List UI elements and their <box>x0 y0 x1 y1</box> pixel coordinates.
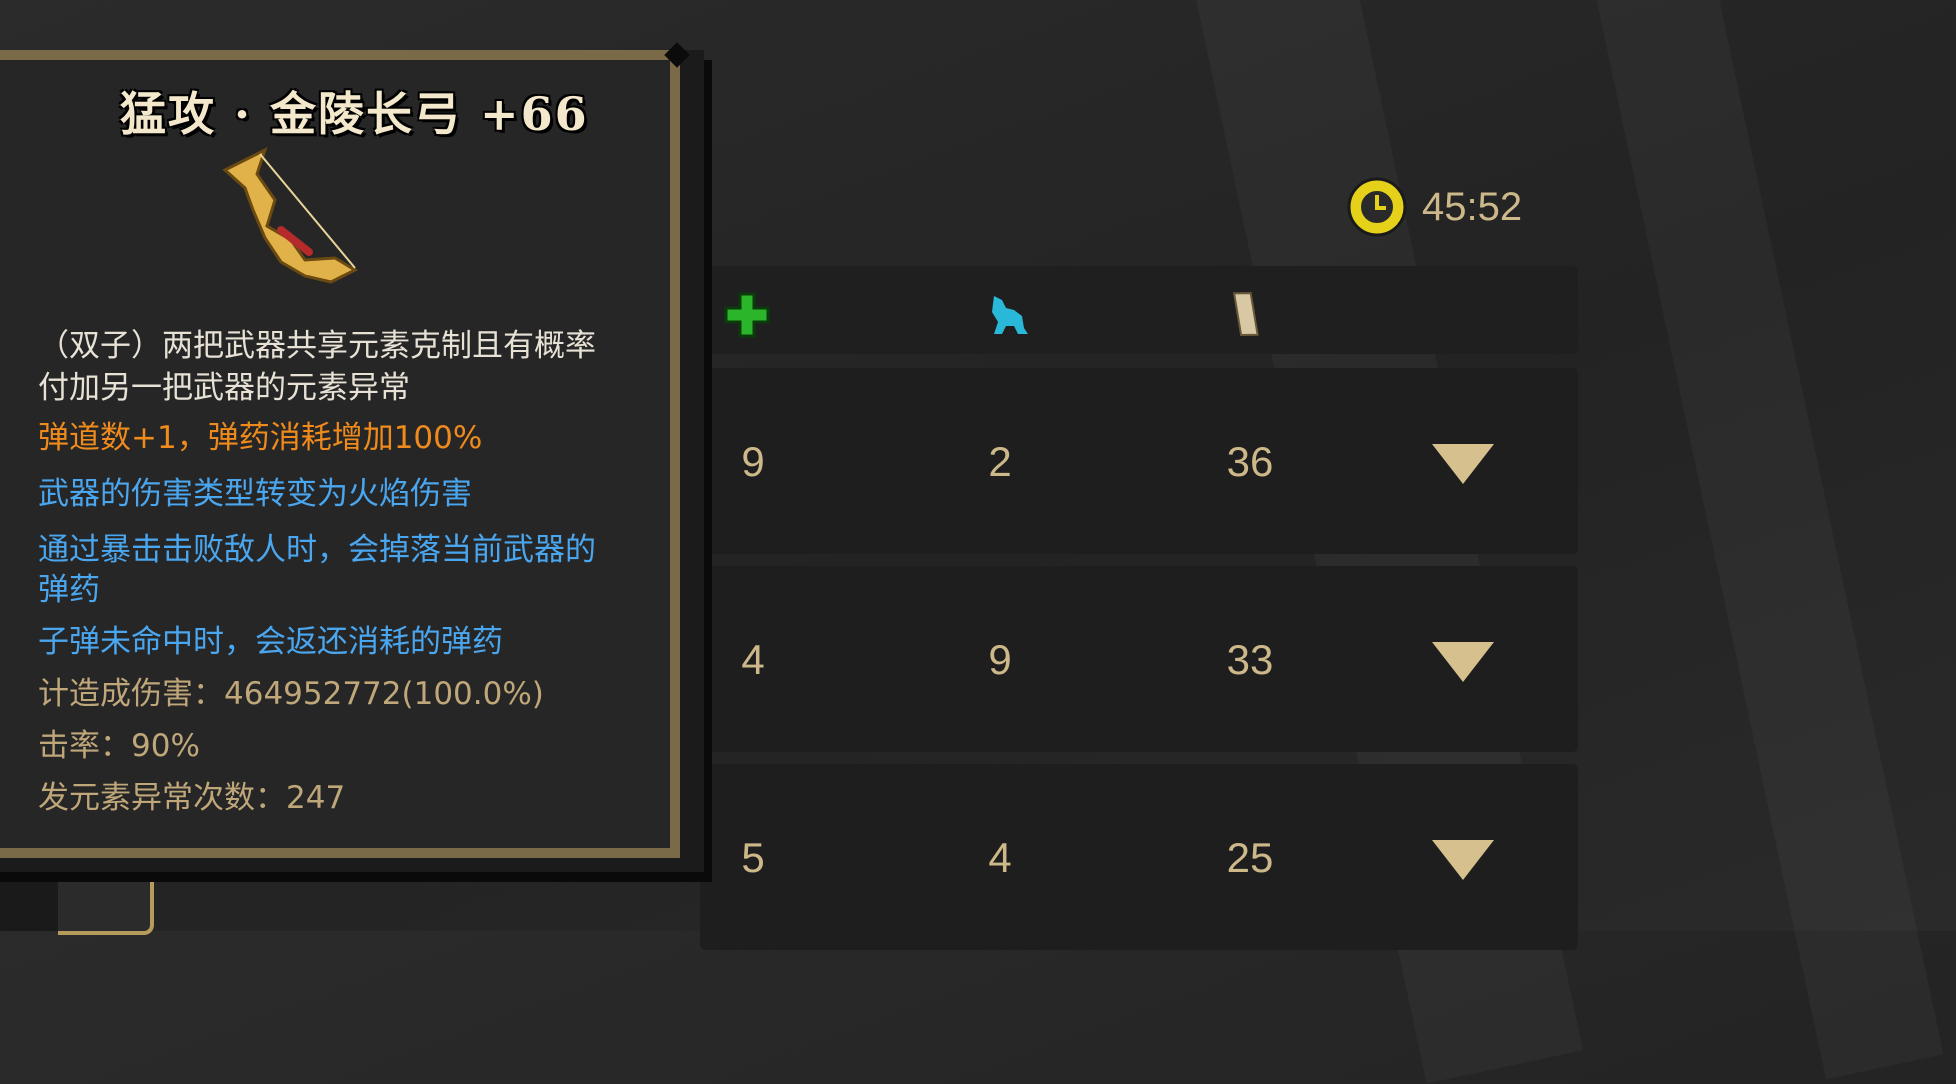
row-cell: 9 <box>741 438 765 485</box>
timer: 45:52 <box>1346 176 1522 238</box>
row-cell: 36 <box>1226 438 1274 485</box>
beast-icon <box>992 296 1028 334</box>
expand-caret-icon[interactable] <box>1432 444 1494 484</box>
longbow-icon <box>222 147 359 284</box>
screen-edge <box>0 0 58 931</box>
tooltip-line: 弹道数+1，弹药消耗增加100% <box>38 420 483 456</box>
tooltip-line: 计造成伤害：464952772(100.0%) <box>38 676 544 712</box>
stats-row: 5 4 25 <box>700 764 1578 950</box>
clock-icon <box>1347 177 1407 237</box>
row-cell: 4 <box>741 636 765 683</box>
tooltip-line: 子弹未命中时，会返还消耗的弹药 <box>38 624 503 660</box>
scroll-icon <box>1232 292 1259 337</box>
stats-row: 9 2 36 <box>700 368 1578 554</box>
timer-value: 45:52 <box>1422 184 1523 229</box>
background-stripe <box>1577 0 1944 1079</box>
tooltip-line: 发元素异常次数：247 <box>38 780 346 816</box>
tooltip-line: 付加另一把武器的元素异常 <box>38 370 410 406</box>
row-cell: 9 <box>988 636 1012 683</box>
stats-row: 4 9 33 <box>700 566 1578 752</box>
row-cell: 25 <box>1226 834 1274 881</box>
row-cell: 4 <box>988 834 1012 881</box>
expand-caret-icon[interactable] <box>1432 840 1494 880</box>
tooltip-line: 击率：90% <box>38 728 200 764</box>
tooltip-line: 通过暴击击败敌人时，会掉落当前武器的 <box>38 532 596 568</box>
tooltip-line: （双子）两把武器共享元素克制且有概率 <box>38 328 596 364</box>
expand-caret-icon[interactable] <box>1432 642 1494 682</box>
stats-header <box>700 266 1578 354</box>
row-cell: 33 <box>1226 636 1274 683</box>
row-cell: 2 <box>988 438 1012 485</box>
weapon-tooltip: 猛攻 · 金陵长弓 +66 （双子）两把武器共享元素克制且有概率 付加另一把武器… <box>0 50 704 872</box>
heal-cross-icon <box>724 292 770 338</box>
row-cell: 5 <box>741 834 765 881</box>
tooltip-line: 武器的伤害类型转变为火焰伤害 <box>38 476 472 512</box>
